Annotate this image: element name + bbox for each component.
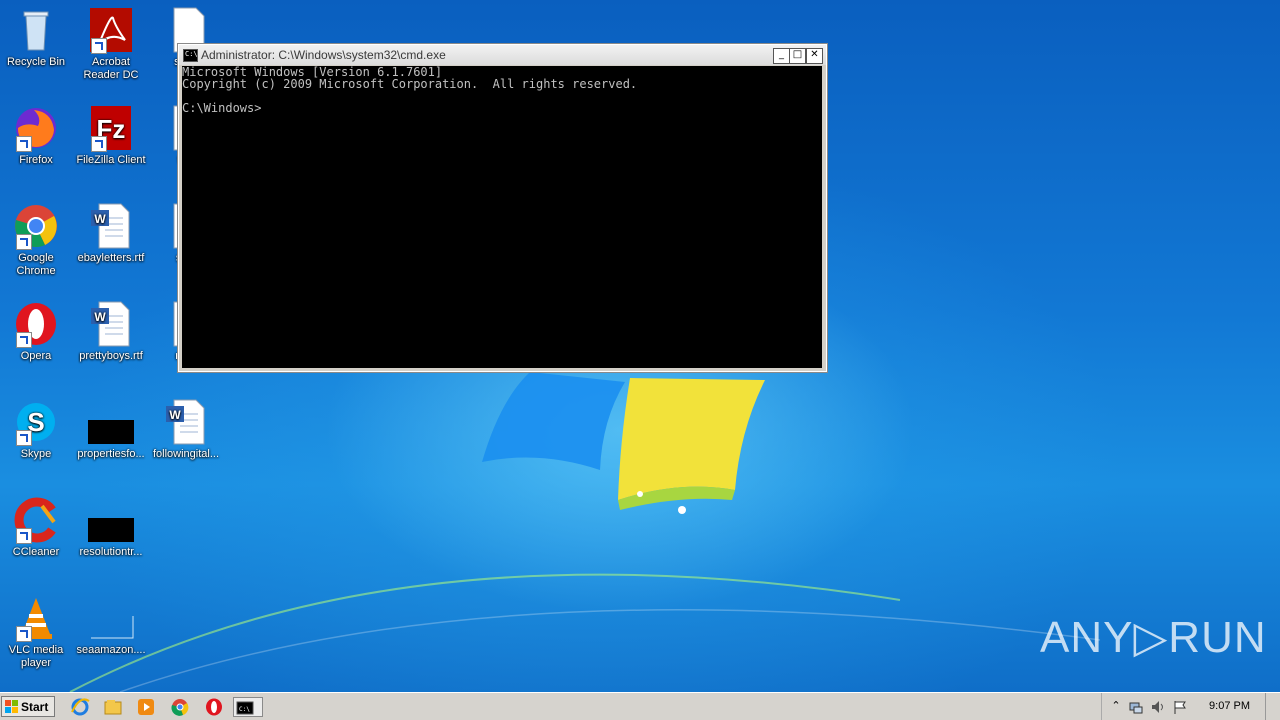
icon-label: propertiesfo... xyxy=(77,448,145,460)
svg-text:W: W xyxy=(169,408,181,422)
desktop-icon-propertiesfo[interactable]: propertiesfo... xyxy=(75,398,147,461)
cmd-icon[interactable] xyxy=(183,49,198,62)
desktop-icon-filezilla[interactable]: Fz FileZilla Client xyxy=(75,104,147,167)
icon-label: Acrobat Reader DC xyxy=(83,56,139,81)
cmd-taskbar-button[interactable]: C:\ xyxy=(233,697,263,717)
system-tray: ⌃ 9:07 PM xyxy=(1101,693,1280,720)
desktop-icon-firefox[interactable]: Firefox xyxy=(0,104,72,167)
shortcut-arrow-icon xyxy=(16,528,32,544)
desktop-icon-recycle-bin[interactable]: Recycle Bin xyxy=(0,6,72,69)
explorer-icon[interactable] xyxy=(102,697,124,717)
desktop-icon-ccleaner[interactable]: CCleaner xyxy=(0,496,72,559)
icon-label: VLC media player xyxy=(8,644,64,669)
ie-icon[interactable] xyxy=(69,697,91,717)
icon-label: seaamazon.... xyxy=(76,644,146,656)
word-doc-icon: W xyxy=(162,398,210,446)
cmd-icon: C:\ xyxy=(236,701,254,715)
start-button[interactable]: Start xyxy=(1,696,55,717)
close-button[interactable]: ✕ xyxy=(806,48,823,64)
desktop: Recycle Bin Firefox Google Chrome Opera … xyxy=(0,0,1280,692)
action-center-flag-icon[interactable] xyxy=(1172,699,1188,715)
window-title: Administrator: C:\Windows\system32\cmd.e… xyxy=(201,48,446,62)
acrobat-icon xyxy=(87,6,135,54)
desktop-icon-google-chrome[interactable]: Google Chrome xyxy=(0,202,72,278)
word-doc-icon: W xyxy=(87,300,135,348)
cmd-title-bar[interactable]: Administrator: C:\Windows\system32\cmd.e… xyxy=(179,45,826,65)
blank-file-icon xyxy=(87,594,135,642)
windows-logo-icon xyxy=(5,700,18,713)
svg-text:W: W xyxy=(94,212,106,226)
shortcut-arrow-icon xyxy=(16,626,32,642)
icon-label: Skype xyxy=(20,448,52,460)
black-file-icon xyxy=(87,496,135,544)
desktop-icon-ebayletters[interactable]: W ebayletters.rtf xyxy=(75,202,147,265)
console-output[interactable]: Microsoft Windows [Version 6.1.7601] Cop… xyxy=(182,66,822,368)
minimize-button[interactable]: _ xyxy=(773,48,790,64)
icon-label: Google Chrome xyxy=(16,252,56,277)
filezilla-icon: Fz xyxy=(87,104,135,152)
media-player-icon[interactable] xyxy=(135,697,157,717)
icon-label: Recycle Bin xyxy=(6,56,66,68)
black-file-icon xyxy=(87,398,135,446)
icon-label: followingital... xyxy=(152,448,220,460)
firefox-icon xyxy=(12,104,60,152)
maximize-button[interactable]: □ xyxy=(789,48,806,64)
icon-label: CCleaner xyxy=(12,546,60,558)
ccleaner-icon xyxy=(12,496,60,544)
desktop-icon-opera[interactable]: Opera xyxy=(0,300,72,363)
vlc-icon xyxy=(12,594,60,642)
shortcut-arrow-icon xyxy=(16,136,32,152)
icon-label: FileZilla Client xyxy=(76,154,146,166)
show-hidden-icons-icon[interactable]: ⌃ xyxy=(1108,699,1124,715)
start-label: Start xyxy=(21,700,49,714)
chrome-icon xyxy=(12,202,60,250)
recycle-bin-icon xyxy=(12,6,60,54)
icon-label: resolutiontr... xyxy=(79,546,143,558)
desktop-icon-skype[interactable]: S Skype xyxy=(0,398,72,461)
desktop-icon-followingital[interactable]: W followingital... xyxy=(150,398,222,461)
opera-icon xyxy=(12,300,60,348)
word-doc-icon: W xyxy=(87,202,135,250)
shortcut-arrow-icon xyxy=(91,38,107,54)
chrome-icon[interactable] xyxy=(169,697,191,717)
skype-icon: S xyxy=(12,398,60,446)
desktop-icon-seaamazon[interactable]: seaamazon.... xyxy=(75,594,147,657)
taskbar: Start C:\ ⌃ 9:07 PM xyxy=(0,692,1280,720)
svg-text:W: W xyxy=(94,310,106,324)
opera-icon[interactable] xyxy=(203,697,225,717)
network-icon[interactable] xyxy=(1128,699,1144,715)
show-desktop-button[interactable] xyxy=(1265,693,1280,720)
console-prompt[interactable]: C:\Windows> xyxy=(182,102,822,114)
console-line: Copyright (c) 2009 Microsoft Corporation… xyxy=(182,77,638,91)
desktop-icon-vlc[interactable]: VLC media player xyxy=(0,594,72,670)
desktop-icon-prettyboys[interactable]: W prettyboys.rtf xyxy=(75,300,147,363)
shortcut-arrow-icon xyxy=(16,430,32,446)
icon-label: Opera xyxy=(20,350,52,362)
icon-label: Firefox xyxy=(19,154,53,166)
desktop-icon-resolutiontr[interactable]: resolutiontr... xyxy=(75,496,147,559)
volume-icon[interactable] xyxy=(1150,699,1166,715)
shortcut-arrow-icon xyxy=(91,136,107,152)
svg-text:C:\: C:\ xyxy=(239,706,250,713)
icon-label: prettyboys.rtf xyxy=(79,350,143,362)
shortcut-arrow-icon xyxy=(16,332,32,348)
anyrun-watermark: ANY▷RUN xyxy=(1040,613,1267,662)
desktop-icon-acrobat[interactable]: Acrobat Reader DC xyxy=(75,6,147,82)
icon-label: ebayletters.rtf xyxy=(77,252,145,264)
cmd-window[interactable]: Administrator: C:\Windows\system32\cmd.e… xyxy=(177,43,828,373)
shortcut-arrow-icon xyxy=(16,234,32,250)
clock[interactable]: 9:07 PM xyxy=(1209,700,1250,712)
